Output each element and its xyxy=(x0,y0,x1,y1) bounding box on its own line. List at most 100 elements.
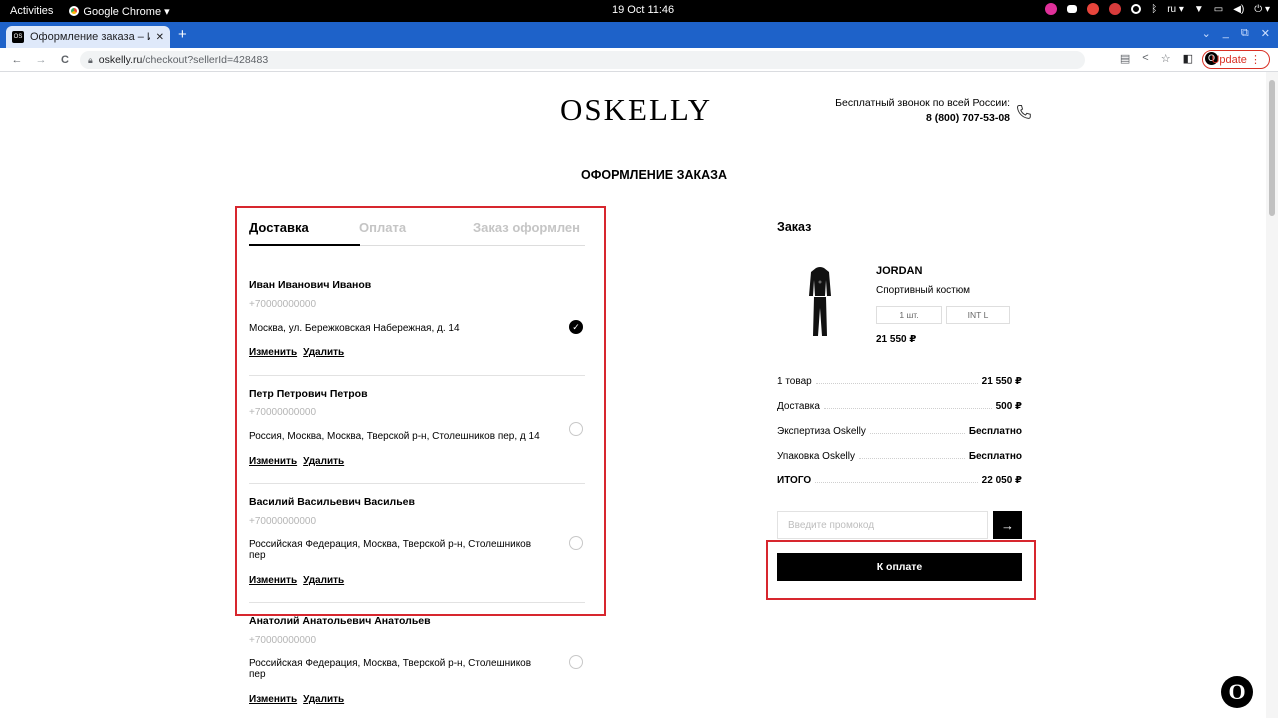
summary-label: Доставка xyxy=(777,401,820,412)
oskelly-favicon: OS xyxy=(12,31,24,43)
share-icon[interactable]: < xyxy=(1142,52,1148,65)
power-menu-icon[interactable]: ⏻ ▾ xyxy=(1254,4,1270,15)
clock[interactable]: 19 Oct 11:46 xyxy=(612,4,674,16)
address-card[interactable]: Иван Иванович Иванов +70000000000 Москва… xyxy=(249,279,585,379)
edit-address-link[interactable]: Изменить xyxy=(249,694,297,705)
address-bar[interactable]: 🔒︎ oskelly.ru/checkout?sellerId=428483 xyxy=(80,51,1085,69)
edit-address-link[interactable]: Изменить xyxy=(249,575,297,586)
tray-app-icon[interactable] xyxy=(1131,4,1142,14)
delete-address-link[interactable]: Удалить xyxy=(303,347,344,358)
language-indicator[interactable]: ru ▾ xyxy=(1167,4,1184,15)
app-menu[interactable]: Google Chrome ▾ xyxy=(69,5,170,18)
bluetooth-icon[interactable]: ᛒ xyxy=(1151,4,1157,15)
app-name: Google Chrome ▾ xyxy=(83,5,170,18)
phone-icon[interactable] xyxy=(1016,104,1032,120)
sidepanel-icon[interactable]: ◧ xyxy=(1183,52,1193,65)
volume-icon[interactable]: ◀) xyxy=(1233,4,1244,15)
reload-icon[interactable]: C xyxy=(58,54,72,66)
restore-icon[interactable]: ⧉ xyxy=(1241,27,1249,40)
browser-tab-active[interactable]: OS Оформление заказа – И ✕ xyxy=(6,26,170,48)
dotted-leader xyxy=(815,482,978,483)
page-title: ОФОРМЛЕНИЕ ЗАКАЗА xyxy=(580,168,727,182)
star-icon[interactable]: ☆ xyxy=(1161,52,1171,65)
edit-address-link[interactable]: Изменить xyxy=(249,456,297,467)
close-window-icon[interactable]: ✕ xyxy=(1261,27,1270,40)
address-actions: Изменить Удалить xyxy=(249,575,344,586)
delete-address-link[interactable]: Удалить xyxy=(303,694,344,705)
summary-label: Упаковка Oskelly xyxy=(777,451,855,462)
product-brand[interactable]: JORDAN xyxy=(876,265,922,277)
step-payment[interactable]: Оплата xyxy=(359,220,406,235)
address-phone: +70000000000 xyxy=(249,407,317,418)
update-label: Update xyxy=(1211,53,1247,66)
tab-search-icon[interactable]: ⌄ xyxy=(1202,27,1211,40)
summary-label: ИТОГО xyxy=(777,475,812,486)
delete-address-link[interactable]: Удалить xyxy=(303,575,344,586)
site-logo[interactable]: OSKELLY xyxy=(560,92,712,128)
address-line: Россия, Москва, Москва, Тверской р-н, Ст… xyxy=(249,431,540,442)
translate-icon[interactable]: ▤ xyxy=(1120,52,1130,65)
summary-value: Бесплатно xyxy=(968,451,1022,462)
summary-row-expertise: Экспертиза Oskelly Бесплатно xyxy=(777,423,1022,437)
minimize-icon[interactable]: _ xyxy=(1223,27,1229,40)
dotted-leader xyxy=(823,408,992,409)
address-name: Петр Петрович Петров xyxy=(249,388,368,400)
dotted-leader xyxy=(858,458,965,459)
address-actions: Изменить Удалить xyxy=(249,456,344,467)
activities-button[interactable]: Activities xyxy=(10,5,53,17)
wifi-icon[interactable]: ▼ xyxy=(1194,4,1204,15)
summary-value: 21 550 ₽ xyxy=(981,376,1022,387)
system-tray: ᛒ ru ▾ ▼ ▭ ◀) ⏻ ▾ xyxy=(1045,3,1270,15)
pay-button[interactable]: К оплате xyxy=(777,553,1022,581)
call-phone[interactable]: 8 (800) 707-53-08 xyxy=(815,111,1010,126)
checkout-steps: Доставка Оплата Заказ оформлен xyxy=(249,218,585,246)
scrollbar[interactable] xyxy=(1266,72,1278,718)
call-label: Бесплатный звонок по всей России: xyxy=(835,97,1010,109)
kebab-menu-icon: ⋮ xyxy=(1250,54,1261,66)
address-radio[interactable] xyxy=(569,655,583,669)
address-name: Анатолий Анатольевич Анатольев xyxy=(249,615,431,627)
update-button[interactable]: Update ⋮ xyxy=(1202,50,1270,69)
lock-icon[interactable]: 🔒︎ xyxy=(88,55,93,66)
address-phone: +70000000000 xyxy=(249,635,317,646)
summary-value: 500 ₽ xyxy=(995,401,1022,412)
tray-app-icon[interactable] xyxy=(1087,3,1100,15)
summary-row-items: 1 товар 21 550 ₽ xyxy=(777,373,1022,387)
tray-app-icon[interactable] xyxy=(1109,3,1122,15)
address-actions: Изменить Удалить xyxy=(249,694,344,705)
chat-widget-button[interactable]: O xyxy=(1221,676,1253,708)
summary-label: Экспертиза Oskelly xyxy=(777,426,866,437)
discord-icon[interactable] xyxy=(1067,5,1078,13)
address-card[interactable]: Василий Васильевич Васильев +70000000000… xyxy=(249,496,585,606)
delete-address-link[interactable]: Удалить xyxy=(303,456,344,467)
address-phone: +70000000000 xyxy=(249,516,317,527)
address-radio-selected[interactable]: ✓ xyxy=(569,320,583,334)
new-tab-icon[interactable]: + xyxy=(178,26,187,43)
active-step-underline xyxy=(249,244,360,246)
forward-icon[interactable]: → xyxy=(34,54,48,66)
edit-address-link[interactable]: Изменить xyxy=(249,347,297,358)
product-image[interactable] xyxy=(808,266,832,338)
address-radio[interactable] xyxy=(569,422,583,436)
promo-code-input[interactable]: Введите промокод xyxy=(777,511,988,539)
step-delivery[interactable]: Доставка xyxy=(249,220,309,235)
size-chip: INT L xyxy=(946,306,1010,324)
url-path: /checkout?sellerId=428483 xyxy=(142,54,269,66)
address-radio[interactable] xyxy=(569,536,583,550)
battery-icon[interactable]: ▭ xyxy=(1214,4,1223,15)
order-title: Заказ xyxy=(777,220,812,234)
apply-promo-button[interactable]: → xyxy=(993,511,1022,539)
summary-value: 22 050 ₽ xyxy=(981,475,1022,486)
address-name: Иван Иванович Иванов xyxy=(249,279,372,291)
page-viewport: OSKELLY Бесплатный звонок по всей России… xyxy=(0,72,1278,718)
scrollbar-thumb[interactable] xyxy=(1269,80,1275,216)
address-phone: +70000000000 xyxy=(249,299,317,310)
tab-title: Оформление заказа – И xyxy=(30,31,150,43)
address-card[interactable]: Анатолий Анатольевич Анатольев +70000000… xyxy=(249,615,585,715)
close-tab-icon[interactable]: ✕ xyxy=(156,32,164,43)
tray-app-icon[interactable] xyxy=(1045,3,1058,15)
browser-tab-bar: OS Оформление заказа – И ✕ + ⌄ _ ⧉ ✕ xyxy=(0,22,1278,48)
step-complete[interactable]: Заказ оформлен xyxy=(473,220,580,235)
address-card[interactable]: Петр Петрович Петров +70000000000 Россия… xyxy=(249,388,585,488)
back-icon[interactable]: ← xyxy=(10,54,24,66)
